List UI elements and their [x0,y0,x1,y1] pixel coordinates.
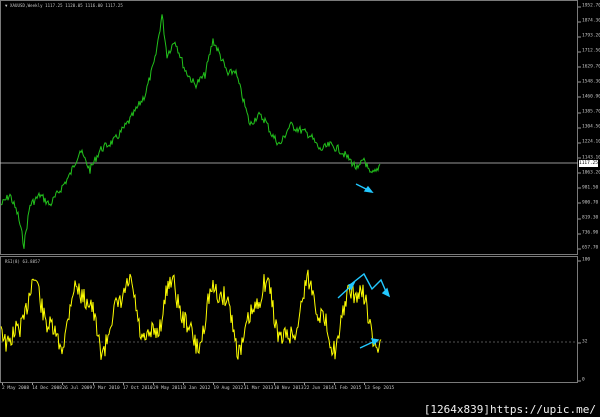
rsi-line [0,269,382,360]
watermark: [1264x839]https://upic.me/ [419,402,600,417]
time-tick-label: 7 Mar 2010 [92,383,120,391]
time-tick-label: 29 May 2011 [153,383,183,391]
rsi-swing-arrow [349,272,388,295]
price-tick-label: 657.70 [577,245,599,251]
price-tick-label: 981.50 [577,185,599,191]
rsi-swing-arrowhead [381,287,391,298]
price-tick-label: 900.70 [577,200,599,206]
price-tick-label: 1874.30 [578,18,600,24]
price-tick-label: 1304.50 [578,124,600,130]
time-tick-label: 19 Aug 2012 [213,383,244,391]
time-tick-label: 1 Feb 2015 [334,383,362,391]
time-tick-label: 31 Mar 2013 [243,383,274,391]
rsi-tick-label: 32 [577,339,588,345]
price-tick-label: 1793.20 [578,33,600,39]
rsi-tick-label: 100 [577,257,591,263]
price-tick-label: 1385.70 [578,109,600,115]
price-axis: 1952.70 1874.30 1793.20 1712.50 1629.70 1548.… [577,0,600,255]
price-line [0,14,381,249]
price-tick-label: 736.90 [577,230,599,236]
time-tick-label: 26 Jul 2009 [62,383,93,391]
price-tick-label: 1224.10 [578,139,600,145]
price-tick-label: 819.30 [577,215,599,221]
time-tick-label: 14 Dec 2008 [32,383,62,391]
price-tick-label: 1629.70 [578,64,600,70]
rsi-tick-label: 0 [578,377,585,383]
rsi-up-arrow [337,285,352,299]
price-tick-label: 1063.20 [578,170,600,176]
price-down-arrowhead [363,185,374,193]
price-tick-label: 1548.30 [578,79,600,85]
price-tick-label: 1952.70 [578,3,600,9]
time-tick-label: 8 Jan 2012 [183,383,211,391]
time-tick-label: 2 May 2008 [2,383,30,391]
price-tick-label: 1460.90 [578,94,600,100]
annotation-arrows [337,183,391,349]
price-tick-label: 1712.50 [578,48,600,54]
chart-plot-layer [0,14,578,360]
rsi-axis: 100 32 0 [577,256,600,383]
time-tick-label: 17 Oct 2010 [122,383,153,391]
time-tick-label: 10 Nov 2013 [273,383,304,391]
current-price-label: 1117.25 [579,160,598,167]
time-axis: 2 May 2008 14 Dec 2008 26 Jul 2009 7 Mar 20… [0,383,578,397]
time-tick-label: 13 Sep 2015 [364,383,395,391]
time-tick-label: 22 Jun 2014 [304,383,334,391]
